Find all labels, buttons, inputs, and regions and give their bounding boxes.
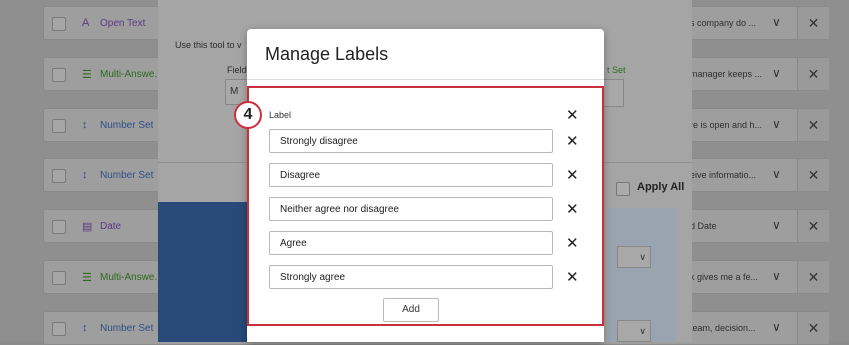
apply-all-label: Apply All (637, 181, 685, 193)
label-input[interactable]: Strongly disagree (269, 129, 553, 153)
mapping-dropdown[interactable]: ∨ (617, 320, 651, 342)
remove-label-button[interactable]: ✕ (566, 234, 579, 252)
row-checkbox[interactable] (52, 220, 66, 234)
multi-answer-icon: ☰ (82, 69, 92, 81)
remove-row-button[interactable]: ✕ (797, 159, 829, 191)
modal-title: Manage Labels (265, 44, 389, 64)
row-checkbox[interactable] (52, 271, 66, 285)
remove-row-button[interactable]: ✕ (797, 109, 829, 141)
mapping-dropdown[interactable]: ∨ (617, 246, 651, 268)
set-label: t Set (607, 65, 626, 75)
remove-label-button[interactable]: ✕ (566, 200, 579, 218)
multi-answer-icon: ☰ (82, 272, 92, 284)
remove-label-button[interactable]: ✕ (566, 132, 579, 150)
remove-row-button[interactable]: ✕ (797, 7, 829, 39)
apply-all-checkbox[interactable] (616, 182, 630, 196)
field-snippet: k gives me a fe... (690, 272, 759, 282)
field-type-label: Number Set (100, 170, 154, 181)
chevron-down-icon[interactable]: ∨ (772, 218, 781, 232)
field-type-label: Multi-Answe... (100, 272, 163, 283)
label-input[interactable]: Disagree (269, 163, 553, 187)
remove-row-button[interactable]: ✕ (797, 312, 829, 344)
field-snippet: team, decision... (690, 323, 756, 333)
number-set-icon: ↕ (82, 322, 88, 334)
field-snippet: eive informatio... (690, 170, 757, 180)
field-snippet: s company do ... (690, 18, 757, 28)
field-snippet: re is open and h... (690, 120, 763, 130)
field-type-label: Multi-Answe... (100, 69, 163, 80)
row-checkbox[interactable] (52, 119, 66, 133)
field-snippet: d Date (690, 221, 717, 231)
field-label: Field (227, 65, 247, 75)
field-type-label: Open Text (100, 18, 146, 29)
chevron-down-icon[interactable]: ∨ (772, 320, 781, 334)
chevron-down-icon[interactable]: ∨ (772, 117, 781, 131)
field-snippet: manager keeps ... (690, 69, 763, 79)
remove-row-button[interactable]: ✕ (797, 261, 829, 293)
divider (247, 79, 604, 80)
chevron-down-icon: ∨ (639, 326, 646, 336)
field-type-label: Number Set (100, 323, 154, 334)
label-input[interactable]: Agree (269, 231, 553, 255)
remove-label-button[interactable]: ✕ (566, 268, 579, 286)
editor-header (158, 0, 692, 20)
chevron-down-icon: ∨ (639, 252, 646, 262)
mapping-header-bar (158, 202, 248, 342)
open-text-icon: A (82, 17, 90, 29)
set-select[interactable] (602, 79, 624, 107)
close-icon[interactable]: ✕ (566, 106, 579, 124)
chevron-down-icon[interactable]: ∨ (772, 66, 781, 80)
row-checkbox[interactable] (52, 17, 66, 31)
add-label-button[interactable]: Add (383, 298, 439, 322)
remove-row-button[interactable]: ✕ (797, 58, 829, 90)
row-checkbox[interactable] (52, 322, 66, 336)
number-set-icon: ↕ (82, 169, 88, 181)
editor-instructions: Use this tool to v (175, 40, 242, 50)
calendar-icon: ▤ (82, 221, 93, 233)
chevron-down-icon[interactable]: ∨ (772, 15, 781, 29)
row-checkbox[interactable] (52, 68, 66, 82)
label-input[interactable]: Neither agree nor disagree (269, 197, 553, 221)
step-badge: 4 (234, 101, 262, 129)
field-type-label: Number Set (100, 120, 154, 131)
label-input[interactable]: Strongly agree (269, 265, 553, 289)
number-set-icon: ↕ (82, 119, 88, 131)
remove-row-button[interactable]: ✕ (797, 210, 829, 242)
chevron-down-icon[interactable]: ∨ (772, 167, 781, 181)
chevron-down-icon[interactable]: ∨ (772, 269, 781, 283)
remove-label-button[interactable]: ✕ (566, 166, 579, 184)
row-checkbox[interactable] (52, 169, 66, 183)
manage-labels-modal: Manage Labels Label ✕ Strongly disagree … (247, 29, 604, 342)
label-column-header: Label (269, 110, 292, 120)
field-type-label: Date (100, 221, 122, 232)
